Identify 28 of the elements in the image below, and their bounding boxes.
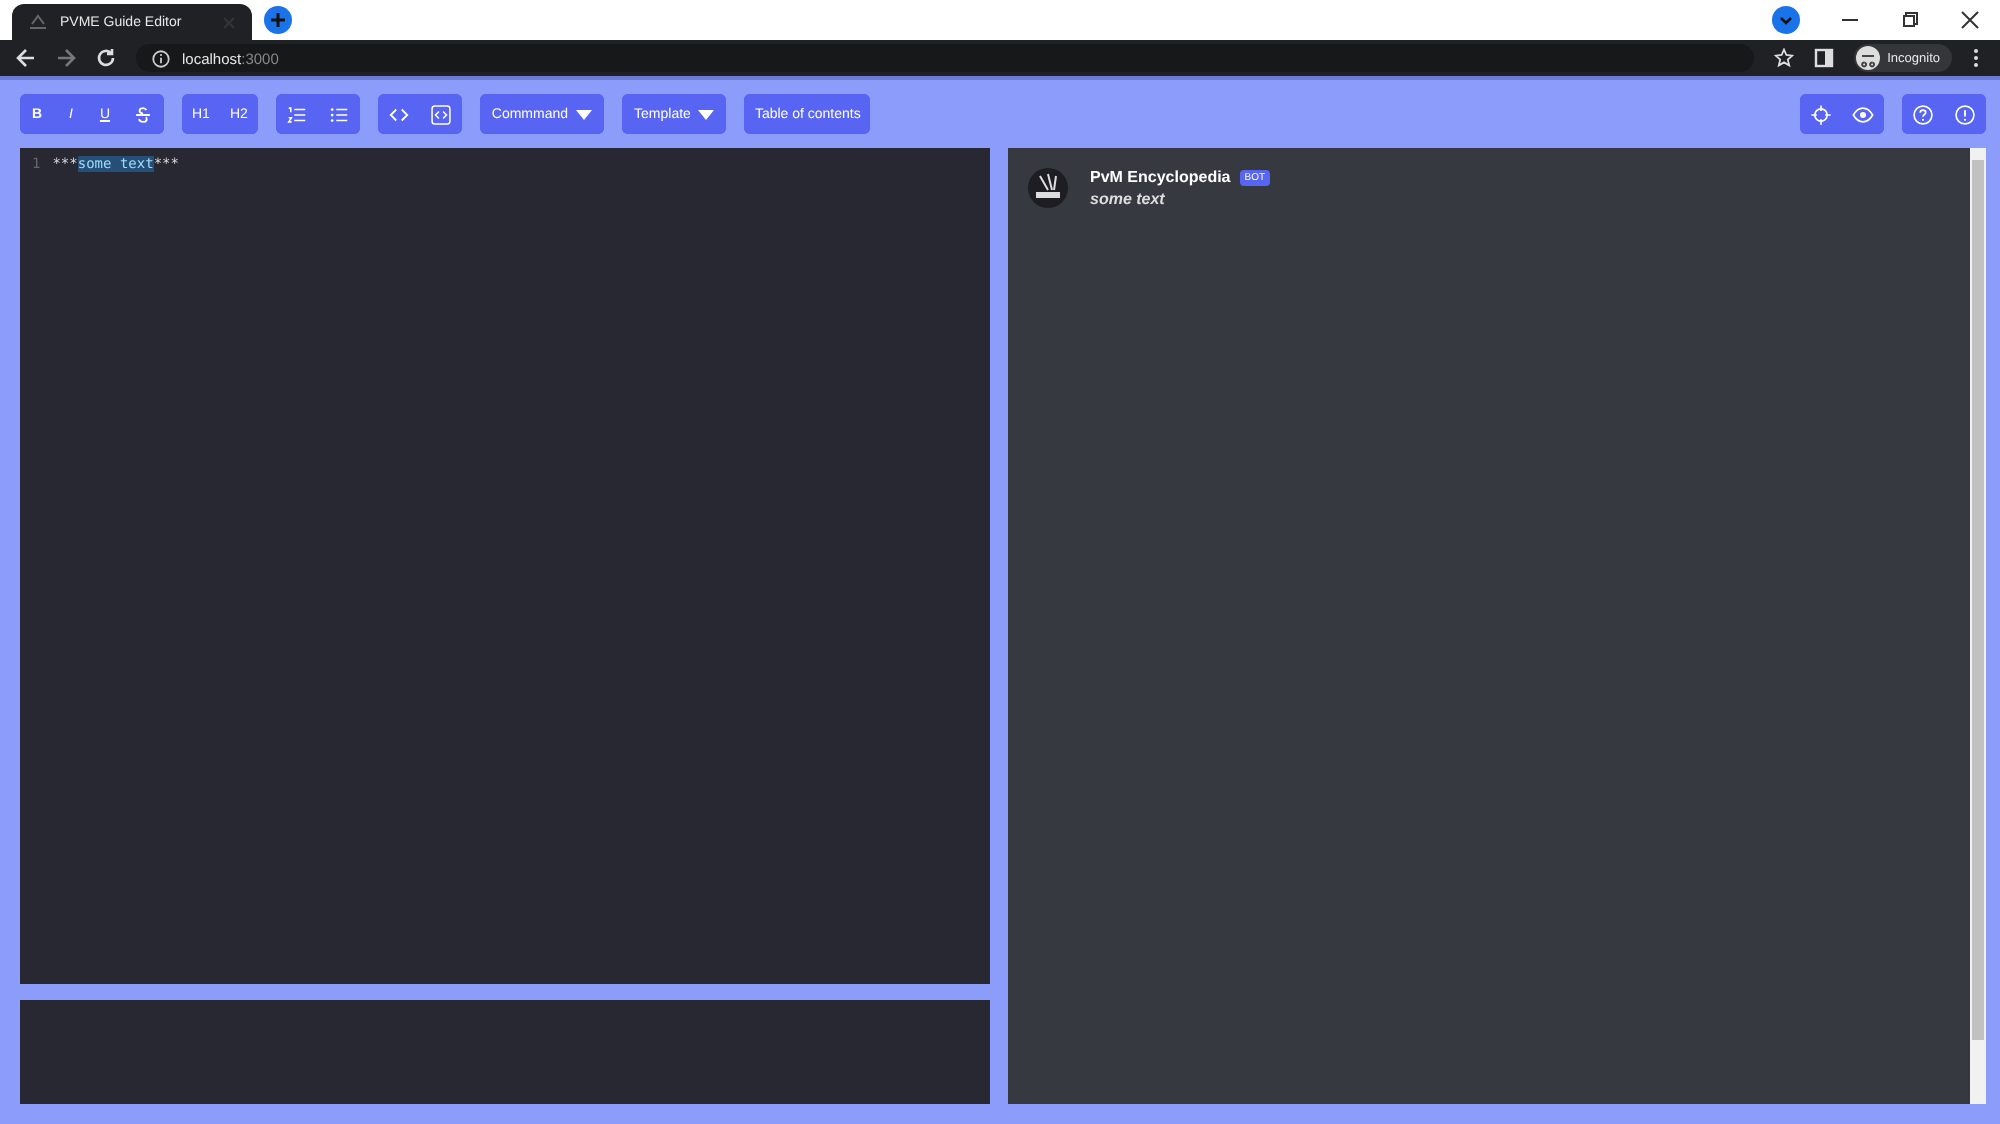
incognito-icon (1855, 46, 1880, 70)
forward-icon[interactable] (56, 48, 76, 68)
info-icon (1954, 103, 1976, 125)
caret-icon (698, 109, 715, 119)
help-icon (1912, 103, 1934, 125)
close-window-icon[interactable] (1960, 10, 1980, 30)
crosshair-icon (1810, 103, 1832, 125)
eye-icon (1852, 103, 1874, 125)
side-panel-icon[interactable] (1813, 48, 1834, 68)
bullet-list-icon (327, 103, 350, 125)
numbered-list-icon (285, 103, 308, 125)
info-icon[interactable] (152, 49, 170, 67)
scrollbar[interactable] (1970, 148, 1986, 1104)
code-icon (387, 103, 410, 125)
caret-icon (576, 109, 593, 119)
strikethrough-icon (132, 103, 154, 125)
tab-search-icon[interactable] (1772, 6, 1800, 34)
new-tab-icon[interactable] (264, 6, 292, 34)
restore-icon[interactable] (1900, 10, 1920, 30)
code-block-icon (429, 103, 452, 125)
bookmark-star-icon[interactable] (1773, 48, 1794, 68)
back-icon[interactable] (16, 48, 36, 68)
message-text: some text (1090, 190, 1167, 208)
author-name: PvM Encyclopedia (1090, 168, 1231, 186)
menu-icon[interactable] (1972, 48, 1980, 68)
reload-icon[interactable] (96, 48, 116, 68)
site-icon (28, 14, 48, 30)
avatar-icon (1028, 168, 1068, 208)
